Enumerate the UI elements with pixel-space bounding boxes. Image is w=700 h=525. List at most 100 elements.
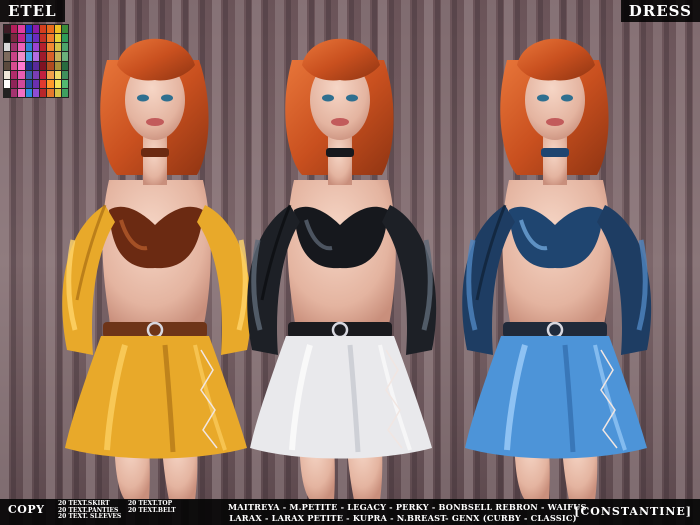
color-swatch: [61, 70, 68, 79]
color-swatch: [11, 79, 18, 88]
curtain-fold: [676, 0, 685, 525]
color-swatch: [4, 52, 11, 61]
color-swatch: [11, 43, 18, 52]
color-swatch: [25, 79, 32, 88]
color-swatch: [54, 88, 61, 97]
color-swatch: [25, 52, 32, 61]
color-swatch: [32, 88, 40, 97]
body-compatibility-line-1: MAITREYA - M.PETITE - LEGACY - PERKY - B…: [228, 502, 587, 512]
eye-left: [322, 94, 334, 102]
color-swatch: [25, 61, 32, 70]
color-swatch: [47, 70, 54, 79]
curtain-shadow: [664, 0, 669, 525]
choker: [141, 148, 169, 157]
color-swatch: [32, 70, 40, 79]
color-swatch: [47, 79, 54, 88]
color-swatch: [18, 43, 25, 52]
eye-right: [346, 94, 358, 102]
color-swatch: [25, 70, 32, 79]
lips: [546, 118, 564, 126]
color-swatch: [25, 25, 32, 34]
color-swatch: [32, 34, 40, 43]
color-swatch: [25, 88, 32, 97]
color-swatch: [4, 61, 11, 70]
texture-count-belt: 20 TEXT.BELT: [128, 506, 176, 514]
color-swatch: [4, 88, 11, 97]
footer-bar: COPY 20 TEXT.SKIRT 20 TEXT.PANTIES 20 TE…: [0, 499, 700, 525]
color-swatch: [54, 25, 61, 34]
curtain-shadow: [435, 0, 440, 525]
texture-count-sleeves: 20 TEXT. SLEEVES: [58, 513, 122, 520]
color-swatch: [61, 52, 68, 61]
color-swatch: [54, 43, 61, 52]
product-category: DRESS: [620, 0, 700, 22]
color-swatch: [40, 52, 47, 61]
color-swatch: [11, 25, 18, 34]
product-name: ETEL: [0, 0, 65, 22]
color-swatch: [47, 88, 54, 97]
color-swatch: [4, 25, 11, 34]
color-swatch: [11, 88, 18, 97]
color-swatch: [47, 25, 54, 34]
color-swatch: [18, 25, 25, 34]
color-swatch: [25, 34, 32, 43]
eye-right: [561, 94, 573, 102]
color-swatch: [61, 79, 68, 88]
color-swatch: [4, 34, 11, 43]
color-swatch: [40, 34, 47, 43]
belt: [103, 322, 207, 338]
color-swatch: [18, 52, 25, 61]
color-swatch: [18, 70, 25, 79]
color-swatch: [32, 43, 40, 52]
color-swatch: [32, 25, 40, 34]
color-swatch: [47, 61, 54, 70]
promo-image: ETEL DRESS COPY 20 TEXT.SKIRT 20 TEXT.PA…: [0, 0, 700, 525]
color-swatch: [47, 52, 54, 61]
color-swatch: [11, 70, 18, 79]
color-swatch: [61, 25, 68, 34]
color-swatch: [25, 43, 32, 52]
color-swatch-grid: [3, 24, 69, 98]
color-swatch: [54, 34, 61, 43]
color-swatch: [40, 79, 47, 88]
choker: [326, 148, 354, 157]
lips: [331, 118, 349, 126]
curtain-fold: [653, 0, 662, 525]
eye-right: [161, 94, 173, 102]
color-swatch: [40, 88, 47, 97]
belt: [503, 322, 607, 338]
color-swatch: [4, 43, 11, 52]
color-swatch: [18, 79, 25, 88]
curtain-shadow: [687, 0, 692, 525]
models: [62, 38, 652, 500]
color-swatch: [32, 52, 40, 61]
permission-label: COPY: [8, 503, 45, 516]
color-swatch: [4, 79, 11, 88]
color-swatch: [47, 43, 54, 52]
color-swatch: [32, 61, 40, 70]
color-swatch: [11, 52, 18, 61]
choker: [541, 148, 569, 157]
color-swatch: [40, 43, 47, 52]
neck: [328, 135, 352, 185]
color-swatch: [61, 88, 68, 97]
color-swatch: [18, 88, 25, 97]
lips: [146, 118, 164, 126]
eye-left: [137, 94, 149, 102]
color-swatch: [61, 34, 68, 43]
color-swatch: [4, 70, 11, 79]
color-swatch: [54, 70, 61, 79]
color-swatch: [18, 61, 25, 70]
color-swatch: [18, 34, 25, 43]
color-swatch: [11, 61, 18, 70]
neck: [543, 135, 567, 185]
curtain-fold: [441, 0, 450, 525]
color-swatch: [40, 25, 47, 34]
color-swatch: [61, 43, 68, 52]
color-swatch: [54, 52, 61, 61]
color-swatch: [54, 61, 61, 70]
color-swatch: [47, 34, 54, 43]
curtain-fold: [693, 0, 700, 525]
eye-left: [537, 94, 549, 102]
neck: [143, 135, 167, 185]
